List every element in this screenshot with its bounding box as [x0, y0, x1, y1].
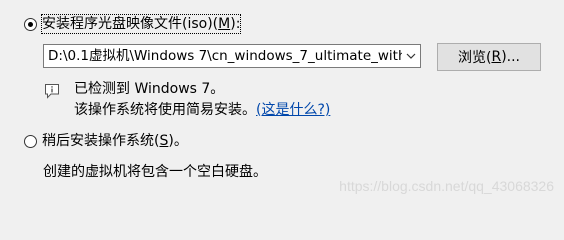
iso-path-combobox[interactable]: D:\0.1虚拟机\Windows 7\cn_windows_7_ultimat…: [43, 44, 421, 68]
watermark: https://blog.csdn.net/qq_43068326: [339, 178, 554, 194]
iso-path-value[interactable]: D:\0.1虚拟机\Windows 7\cn_windows_7_ultimat…: [44, 45, 402, 67]
install-later-radio-option[interactable]: 稍后安装操作系统(S)。: [24, 132, 188, 150]
easy-install-note: 该操作系统将使用简易安装。(这是什么?): [74, 102, 331, 118]
browse-button[interactable]: 浏览(R)...: [437, 43, 541, 71]
install-later-radio-label: 稍后安装操作系统(S)。: [42, 133, 188, 149]
install-later-radio[interactable]: [24, 134, 37, 148]
blank-disk-description: 创建的虚拟机将包含一个空白硬盘。: [43, 164, 267, 180]
info-balloon-icon: [44, 83, 60, 99]
iso-image-radio-label: 安装程序光盘映像文件(iso)(M):: [40, 14, 242, 34]
iso-image-radio[interactable]: [24, 17, 37, 31]
os-detected-text: 已检测到 Windows 7。: [74, 81, 225, 97]
iso-image-radio-option[interactable]: 安装程序光盘映像文件(iso)(M):: [24, 14, 242, 34]
chevron-down-icon[interactable]: [402, 45, 420, 67]
whats-this-link[interactable]: (这是什么?): [256, 102, 330, 118]
